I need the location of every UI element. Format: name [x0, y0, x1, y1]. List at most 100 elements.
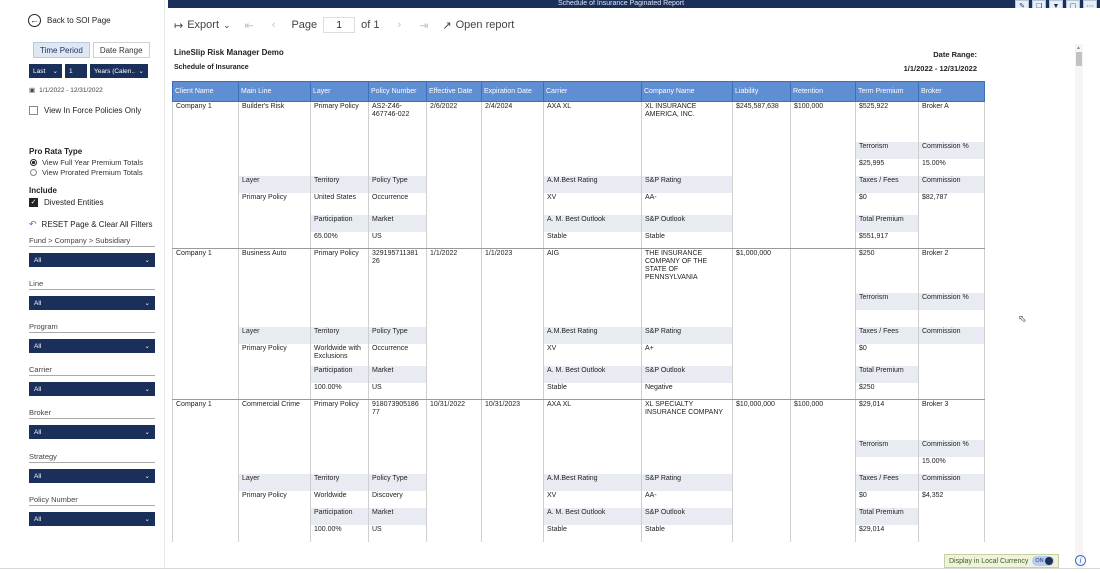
cell-am-best-rating: XV: [543, 490, 642, 508]
cell-market: US: [368, 231, 427, 249]
cell-effective: 2/6/2022: [426, 101, 482, 142]
cell-layer: Primary Policy: [238, 192, 311, 215]
table-row: 65.00% US Stable Stable $551,917: [172, 231, 985, 249]
toggle-state: ON: [1035, 558, 1044, 564]
radio-full-year[interactable]: View Full Year Premium Totals: [30, 158, 143, 167]
column-header[interactable]: Company Name: [641, 81, 733, 102]
open-external-icon: ↗: [442, 19, 452, 32]
filter-dropdown-line[interactable]: All ⌄: [29, 296, 155, 310]
table-row: Primary Policy Worldwide Discovery XV AA…: [172, 490, 985, 508]
divested-checkbox[interactable]: ✓ Divested Entities: [29, 198, 104, 207]
first-page-icon[interactable]: ⇤: [245, 19, 254, 32]
cell-label: Layer: [238, 175, 311, 193]
filter-sidebar: ← Back to SOI Page Time Period Date Rang…: [20, 0, 165, 568]
column-header[interactable]: Expiration Date: [481, 81, 544, 102]
cell-label: A. M. Best Outlook: [543, 365, 642, 383]
cell-label: A.M.Best Rating: [543, 326, 642, 344]
scroll-up-icon[interactable]: ▲: [1076, 45, 1081, 51]
cell-sp-rating: A+: [641, 343, 733, 366]
cell-am-best-rating: XV: [543, 343, 642, 366]
cell-sp-outlook: Negative: [641, 382, 733, 400]
export-button[interactable]: ↦ Export ⌄: [174, 19, 231, 32]
table-row: Layer Territory Policy Type A.M.Best Rat…: [172, 473, 985, 491]
cell-main-line: Business Auto: [238, 248, 311, 293]
filter-dropdown-policy-number[interactable]: All ⌄: [29, 512, 155, 526]
open-report-button[interactable]: ↗ Open report: [442, 19, 514, 32]
cell-label: Commission %: [918, 141, 985, 159]
filter-dropdown-broker[interactable]: All ⌄: [29, 425, 155, 439]
column-header[interactable]: Layer: [310, 81, 369, 102]
report-canvas: LineSlip Risk Manager Demo Schedule of I…: [168, 42, 1074, 568]
chevron-down-icon: ⌄: [144, 516, 150, 523]
include-title: Include: [29, 186, 58, 195]
cell-retention: $100,000: [790, 101, 856, 142]
cell-expiration: 2/4/2024: [481, 101, 544, 142]
column-header[interactable]: Main Line: [238, 81, 311, 102]
filter-dropdown-carrier[interactable]: All ⌄: [29, 382, 155, 396]
table-row: Primary Policy Worldwide with Exclusions…: [172, 343, 985, 366]
cell-policy-type: Discovery: [368, 490, 427, 508]
reset-filters-button[interactable]: ↶ RESET Page & Clear All Filters: [29, 219, 153, 230]
period-unit-dropdown[interactable]: Years (Calen.. ⌄: [90, 64, 148, 78]
column-header[interactable]: Policy Number: [368, 81, 427, 102]
export-icon: ↦: [174, 19, 184, 32]
table-row: [172, 309, 985, 327]
column-header[interactable]: Liability: [732, 81, 791, 102]
cell-participation: 100.00%: [310, 524, 369, 542]
filter-dropdown-strategy[interactable]: All ⌄: [29, 469, 155, 483]
cell-layer: Primary Policy: [310, 399, 369, 440]
in-force-label: View In Force Policies Only: [44, 106, 142, 115]
filter-value: All: [34, 428, 42, 436]
cell-main-line: Commercial Crime: [238, 399, 311, 440]
column-header[interactable]: Retention: [790, 81, 856, 102]
chevron-down-icon: ⌄: [144, 473, 150, 480]
table-header-row: Client Name Main Line Layer Policy Numbe…: [172, 81, 985, 102]
filter-dropdown-fund[interactable]: All ⌄: [29, 253, 155, 267]
cell-taxes-fees: $0: [855, 343, 919, 366]
cell-policy-number: AS2-Z46-467746-022: [368, 101, 427, 142]
local-currency-toggle[interactable]: Display in Local Currency ON: [944, 554, 1060, 568]
last-page-icon[interactable]: ⇥: [419, 19, 428, 32]
scroll-thumb[interactable]: [1076, 52, 1082, 66]
column-header[interactable]: Broker: [918, 81, 985, 102]
cell-broker: Broker A: [918, 101, 985, 142]
table-row: 15.00%: [172, 456, 985, 474]
page-bottom-border: [0, 568, 1100, 573]
cell-commission: $4,352: [918, 490, 985, 508]
chevron-down-icon: ⌄: [52, 68, 58, 75]
toggle-knob: [1045, 557, 1054, 565]
cell-participation: 65.00%: [310, 231, 369, 249]
report-scrollbar[interactable]: ▲: [1075, 44, 1083, 568]
back-to-soi-button[interactable]: ← Back to SOI Page: [28, 14, 111, 27]
column-header[interactable]: Carrier: [543, 81, 642, 102]
filter-value: All: [34, 385, 42, 393]
cell-label: A. M. Best Outlook: [543, 507, 642, 525]
date-range-value: 1/1/2022 - 12/31/2022: [903, 64, 977, 73]
reset-label: RESET Page & Clear All Filters: [41, 220, 153, 229]
info-icon[interactable]: i: [1075, 555, 1086, 566]
radio-unselected-icon: [30, 169, 37, 176]
next-page-icon[interactable]: ›: [398, 19, 402, 31]
cell-retention: [790, 248, 856, 293]
in-force-checkbox[interactable]: View In Force Policies Only: [29, 106, 141, 115]
column-header[interactable]: Term Premium: [855, 81, 919, 102]
chevron-down-icon: ⌄: [138, 68, 144, 75]
cell-terrorism: $25,995: [855, 158, 919, 176]
period-count-input[interactable]: 1: [65, 64, 87, 78]
prev-page-icon[interactable]: ‹: [272, 19, 276, 31]
cell-label: A.M.Best Rating: [543, 473, 642, 491]
filter-value: All: [34, 472, 42, 480]
page-number-input[interactable]: 1: [323, 17, 356, 33]
radio-prorated[interactable]: View Prorated Premium Totals: [30, 168, 143, 177]
column-header[interactable]: Effective Date: [426, 81, 482, 102]
cell-market: US: [368, 382, 427, 400]
column-header[interactable]: Client Name: [172, 81, 239, 102]
relative-dropdown[interactable]: Last ⌄: [29, 64, 62, 78]
tab-time-period[interactable]: Time Period: [33, 42, 90, 58]
cell-label: S&P Outlook: [641, 214, 733, 232]
cell-label: Territory: [310, 473, 369, 491]
filter-dropdown-program[interactable]: All ⌄: [29, 339, 155, 353]
tab-date-range[interactable]: Date Range: [92, 42, 150, 58]
radio-label: View Prorated Premium Totals: [42, 168, 143, 177]
toggle-switch[interactable]: ON: [1032, 556, 1055, 566]
